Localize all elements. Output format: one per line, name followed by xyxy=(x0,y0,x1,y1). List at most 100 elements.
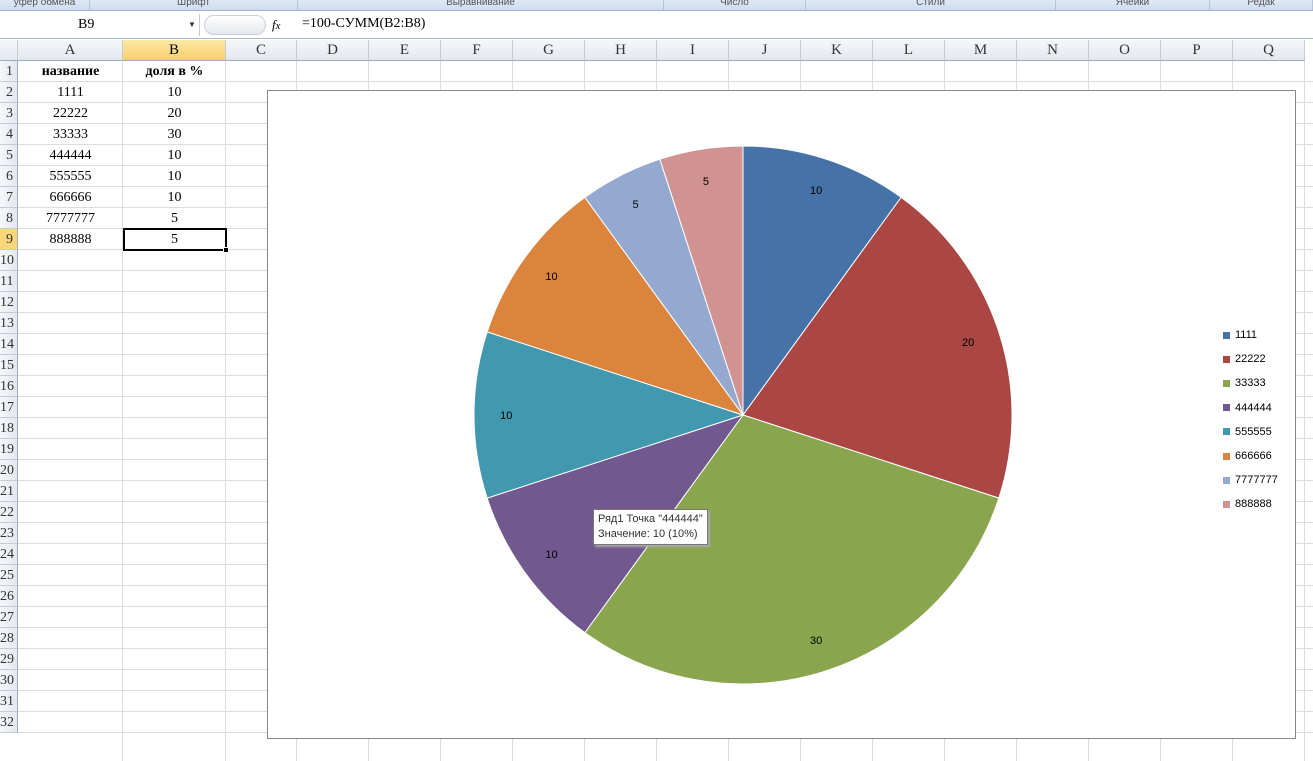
row-header-27[interactable]: 27 xyxy=(0,607,18,628)
legend-entry[interactable]: 666666 xyxy=(1223,444,1278,468)
chevron-down-icon[interactable]: ▼ xyxy=(188,20,196,29)
column-header-J[interactable]: J xyxy=(729,40,801,61)
row-header-6[interactable]: 6 xyxy=(0,166,18,187)
row-header-26[interactable]: 26 xyxy=(0,586,18,607)
row-header-10[interactable]: 10 xyxy=(0,250,18,271)
legend-entry[interactable]: 555555 xyxy=(1223,420,1278,444)
legend-swatch xyxy=(1223,355,1230,363)
row-header-25[interactable]: 25 xyxy=(0,565,18,586)
column-header-I[interactable]: I xyxy=(657,40,729,61)
column-header-F[interactable]: F xyxy=(441,40,513,61)
table-cell[interactable]: 33333 xyxy=(18,124,123,145)
row-header-19[interactable]: 19 xyxy=(0,439,18,460)
table-cell[interactable]: 10 xyxy=(123,82,226,103)
table-cell[interactable]: 555555 xyxy=(18,166,123,187)
pie-chart[interactable]: 10 20 30 10 10 10 5 5 1111 22222 33333 444444 55555… xyxy=(267,90,1296,739)
table-cell[interactable]: 10 xyxy=(123,166,226,187)
row-header-16[interactable]: 16 xyxy=(0,376,18,397)
table-cell[interactable]: 10 xyxy=(123,187,226,208)
ribbon-group-label: Стили xyxy=(806,0,1056,10)
data-label: 5 xyxy=(703,176,709,188)
row-header-29[interactable]: 29 xyxy=(0,649,18,670)
row-header-8[interactable]: 8 xyxy=(0,208,18,229)
row-header-24[interactable]: 24 xyxy=(0,544,18,565)
row-header-32[interactable]: 32 xyxy=(0,712,18,733)
pie-plot[interactable]: 10 20 30 10 10 10 5 5 xyxy=(268,91,1297,740)
formula-bar-handle[interactable] xyxy=(204,15,266,35)
ribbon-group-labels: уфер обмена Шрифт Выравнивание Число Стили Яч… xyxy=(0,0,1313,11)
column-header-E[interactable]: E xyxy=(369,40,441,61)
column-header-Q[interactable]: Q xyxy=(1233,40,1305,61)
row-header-22[interactable]: 22 xyxy=(0,502,18,523)
table-cell[interactable]: 22222 xyxy=(18,103,123,124)
column-header-A[interactable]: A xyxy=(18,40,123,61)
legend-entry[interactable]: 1111 xyxy=(1223,323,1278,347)
row-header-21[interactable]: 21 xyxy=(0,481,18,502)
legend-label: 33333 xyxy=(1235,377,1266,390)
column-header-C[interactable]: C xyxy=(226,40,297,61)
column-header-H[interactable]: H xyxy=(585,40,657,61)
legend-label: 22222 xyxy=(1235,353,1266,366)
row-header-4[interactable]: 4 xyxy=(0,124,18,145)
row-header-15[interactable]: 15 xyxy=(0,355,18,376)
legend-entry[interactable]: 888888 xyxy=(1223,492,1278,516)
column-header-D[interactable]: D xyxy=(297,40,369,61)
row-header-3[interactable]: 3 xyxy=(0,103,18,124)
row-header-14[interactable]: 14 xyxy=(0,334,18,355)
row-header-17[interactable]: 17 xyxy=(0,397,18,418)
legend-label: 1111 xyxy=(1235,329,1258,342)
table-cell[interactable]: 444444 xyxy=(18,145,123,166)
column-header-O[interactable]: O xyxy=(1089,40,1161,61)
column-header-N[interactable]: N xyxy=(1017,40,1089,61)
legend-entry[interactable]: 444444 xyxy=(1223,396,1278,420)
name-box[interactable]: B9 xyxy=(0,14,200,36)
row-header-7[interactable]: 7 xyxy=(0,187,18,208)
table-cell[interactable]: 5 xyxy=(123,208,226,229)
active-cell-border[interactable] xyxy=(123,228,227,251)
header-cell[interactable]: доля в % xyxy=(123,61,226,82)
table-cell[interactable]: 7777777 xyxy=(18,208,123,229)
legend-entry[interactable]: 22222 xyxy=(1223,347,1278,371)
column-header-G[interactable]: G xyxy=(513,40,585,61)
table-cell[interactable]: 1111 xyxy=(18,82,123,103)
chart-tooltip: Ряд1 Точка "444444" Значение: 10 (10%) xyxy=(593,509,708,545)
row-header-5[interactable]: 5 xyxy=(0,145,18,166)
row-header-18[interactable]: 18 xyxy=(0,418,18,439)
row-header-12[interactable]: 12 xyxy=(0,292,18,313)
row-header-28[interactable]: 28 xyxy=(0,628,18,649)
fill-handle[interactable] xyxy=(223,247,229,253)
row-header-20[interactable]: 20 xyxy=(0,460,18,481)
row-header-31[interactable]: 31 xyxy=(0,691,18,712)
legend-label: 555555 xyxy=(1235,425,1272,438)
table-cell[interactable]: 10 xyxy=(123,145,226,166)
column-header-K[interactable]: K xyxy=(801,40,873,61)
column-header-L[interactable]: L xyxy=(873,40,945,61)
legend-label: 888888 xyxy=(1235,498,1272,511)
row-header-13[interactable]: 13 xyxy=(0,313,18,334)
row-header-23[interactable]: 23 xyxy=(0,523,18,544)
table-cell[interactable]: 666666 xyxy=(18,187,123,208)
tooltip-line-2: Значение: 10 (10%) xyxy=(598,528,698,540)
table-cell[interactable]: 888888 xyxy=(18,229,123,250)
legend-entry[interactable]: 33333 xyxy=(1223,371,1278,395)
ribbon-group-label: уфер обмена xyxy=(0,0,90,10)
insert-function-icon[interactable]: fx xyxy=(272,17,280,33)
data-label: 10 xyxy=(500,410,512,422)
ribbon-group-label: Шрифт xyxy=(90,0,298,10)
legend-swatch xyxy=(1223,404,1230,412)
chart-legend[interactable]: 1111 22222 33333 444444 555555 666666 7777777 8… xyxy=(1223,323,1278,517)
legend-entry[interactable]: 7777777 xyxy=(1223,468,1278,492)
header-cell[interactable]: название xyxy=(18,61,123,82)
row-header-1[interactable]: 1 xyxy=(0,61,18,82)
table-cell[interactable]: 30 xyxy=(123,124,226,145)
row-header-30[interactable]: 30 xyxy=(0,670,18,691)
row-header-11[interactable]: 11 xyxy=(0,271,18,292)
row-header-2[interactable]: 2 xyxy=(0,82,18,103)
column-header-M[interactable]: M xyxy=(945,40,1017,61)
column-header-B[interactable]: B xyxy=(123,40,226,61)
select-all-corner[interactable] xyxy=(0,40,18,61)
row-header-9[interactable]: 9 xyxy=(0,229,18,250)
table-cell[interactable]: 20 xyxy=(123,103,226,124)
formula-input[interactable]: =100-СУММ(B2:B8) xyxy=(302,16,425,32)
column-header-P[interactable]: P xyxy=(1161,40,1233,61)
